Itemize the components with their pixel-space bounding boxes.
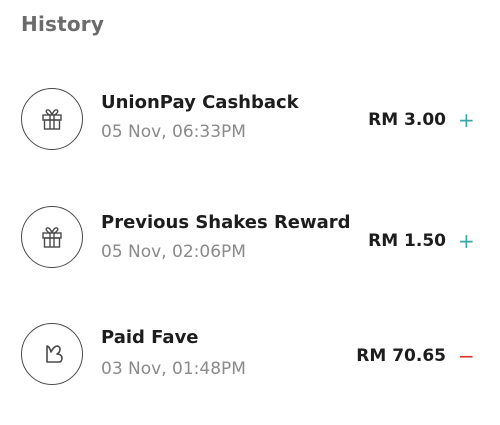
item-title: Previous Shakes Reward <box>101 212 351 233</box>
plus-icon: + <box>458 229 475 253</box>
history-item[interactable]: UnionPay Cashback 05 Nov, 06:33PM RM 3.0… <box>0 84 500 156</box>
item-amount: RM 1.50 <box>368 231 446 251</box>
gift-icon <box>21 206 83 268</box>
item-date: 05 Nov, 06:33PM <box>101 122 246 142</box>
item-title: Paid Fave <box>101 327 199 348</box>
amount-group: RM 1.50 + <box>368 229 475 253</box>
item-amount: RM 70.65 <box>356 346 446 366</box>
history-screen: History UnionPay Cashback 05 Nov, 06:33P… <box>0 0 500 425</box>
item-date: 03 Nov, 01:48PM <box>101 359 246 379</box>
amount-group: RM 3.00 + <box>368 108 475 132</box>
item-date: 05 Nov, 02:06PM <box>101 242 246 262</box>
item-amount: RM 3.00 <box>368 110 446 130</box>
heart-icon <box>21 323 83 385</box>
history-item[interactable]: Paid Fave 03 Nov, 01:48PM RM 70.65 − <box>0 321 500 393</box>
gift-icon <box>21 88 83 150</box>
item-title: UnionPay Cashback <box>101 92 299 113</box>
plus-icon: + <box>458 108 475 132</box>
minus-icon: − <box>458 344 475 368</box>
section-title: History <box>21 12 105 36</box>
history-item[interactable]: Previous Shakes Reward 05 Nov, 02:06PM R… <box>0 202 500 274</box>
amount-group: RM 70.65 − <box>356 346 474 366</box>
